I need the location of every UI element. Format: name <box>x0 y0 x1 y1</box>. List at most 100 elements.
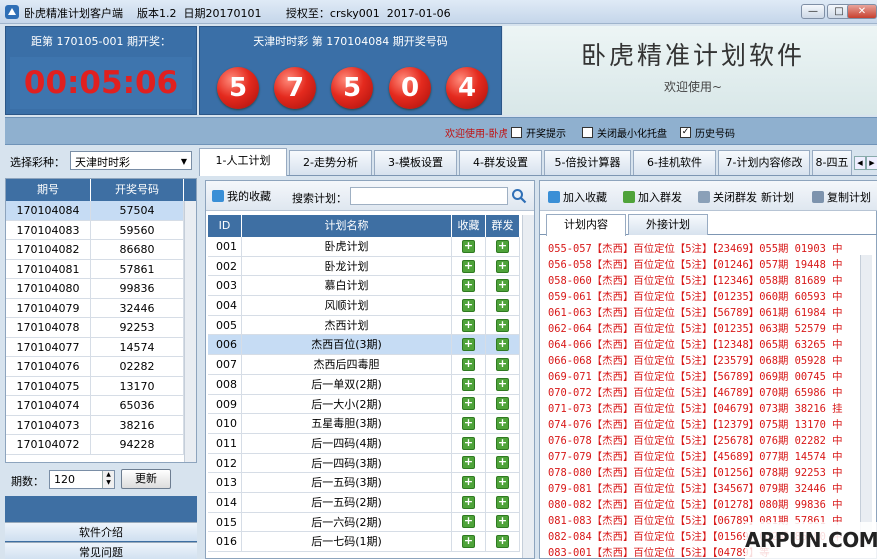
add-favorite-icon[interactable]: + <box>462 515 475 529</box>
minimize-tray-checkbox[interactable]: 关闭最小化托盘 <box>582 125 667 140</box>
add-broadcast-icon[interactable]: + <box>496 476 509 490</box>
main-tabs: 1-人工计划 2-走势分析 3-模板设置 4-群发设置 5-倍投计算器 6-挂机… <box>199 148 877 176</box>
close-button[interactable]: ✕ <box>847 4 877 19</box>
history-numbers-checkbox[interactable]: ✓ 历史号码 <box>680 125 735 140</box>
tab-external-plan[interactable]: 外接计划 <box>628 214 708 235</box>
add-broadcast-icon[interactable]: + <box>496 535 509 549</box>
copy-plan-button[interactable]: 复制计划 <box>812 189 871 205</box>
add-broadcast-icon[interactable]: + <box>496 259 509 273</box>
table-row[interactable]: 010 五星毒胆(3期) + + <box>208 414 520 434</box>
add-broadcast-icon[interactable]: + <box>496 338 509 352</box>
add-broadcast-icon[interactable]: + <box>496 298 509 312</box>
table-row[interactable]: 016 后一七码(1期) + + <box>208 532 520 552</box>
add-broadcast-icon[interactable]: + <box>496 456 509 470</box>
plan-content-scrollbar[interactable] <box>860 255 872 547</box>
table-row[interactable]: 012 后一四码(3期) + + <box>208 453 520 474</box>
table-row[interactable]: 170104080 99836 <box>6 279 184 299</box>
table-row[interactable]: 002 卧龙计划 + + <box>208 256 520 277</box>
add-broadcast-icon[interactable]: + <box>496 279 509 293</box>
add-broadcast-icon[interactable]: + <box>496 397 509 411</box>
add-favorite-icon[interactable]: + <box>462 417 475 431</box>
add-broadcast-icon[interactable]: + <box>496 436 509 450</box>
lottery-type-select[interactable]: 天津时时彩 ▼ <box>70 151 192 170</box>
add-favorite-icon[interactable]: + <box>462 397 475 411</box>
add-broadcast-icon[interactable]: + <box>496 515 509 529</box>
add-favorite-icon[interactable]: + <box>462 357 475 371</box>
tab-plan-content-edit[interactable]: 7-计划内容修改 <box>718 150 810 175</box>
tab-auto-software[interactable]: 6-挂机软件 <box>633 150 716 175</box>
tab-scroll-right-icon[interactable]: ▶ <box>866 156 877 170</box>
table-row[interactable]: 007 杰西后四毒胆 + + <box>208 355 520 375</box>
table-row[interactable]: 015 后一六码(2期) + + <box>208 512 520 533</box>
chevron-down-icon[interactable]: ▼ <box>181 157 187 166</box>
table-row[interactable]: 170104076 02282 <box>6 357 184 377</box>
table-row[interactable]: 170104083 59560 <box>6 220 184 240</box>
search-input[interactable] <box>350 187 508 205</box>
table-row[interactable]: 170104082 86680 <box>6 240 184 260</box>
tab-plan-content[interactable]: 计划内容 <box>546 214 626 236</box>
tab-broadcast-settings[interactable]: 4-群发设置 <box>459 150 542 175</box>
table-row[interactable]: 014 后一五码(2期) + + <box>208 492 520 513</box>
spin-arrows-icon[interactable]: ▲ ▼ <box>102 471 114 488</box>
add-favorite-icon[interactable]: + <box>462 259 475 273</box>
add-broadcast-icon[interactable]: + <box>496 495 509 509</box>
nav-item-faq[interactable]: 常见问题 <box>5 542 197 559</box>
table-row[interactable]: 170104072 94228 <box>6 435 184 455</box>
add-favorite-icon[interactable]: + <box>462 279 475 293</box>
table-row[interactable]: 001 卧虎计划 + + <box>208 237 520 257</box>
new-plan-button[interactable]: 新计划 <box>761 189 794 205</box>
tab-manual-plan[interactable]: 1-人工计划 <box>199 148 287 176</box>
table-row[interactable]: 170104073 38216 <box>6 415 184 435</box>
table-row[interactable]: 005 杰西计划 + + <box>208 315 520 336</box>
plan-list-scrollbar[interactable] <box>522 215 534 558</box>
add-broadcast-icon[interactable]: + <box>496 417 509 431</box>
add-broadcast-icon[interactable]: + <box>496 377 509 391</box>
add-favorite-icon[interactable]: + <box>462 436 475 450</box>
tab-trend-analysis[interactable]: 2-走势分析 <box>289 150 372 175</box>
add-favorite-icon[interactable]: + <box>462 495 475 509</box>
my-favorites-button[interactable]: 我的收藏 <box>212 188 271 204</box>
close-broadcast-button[interactable]: 关闭群发 <box>698 189 757 205</box>
table-row[interactable]: 170104081 57861 <box>6 259 184 279</box>
refresh-button[interactable]: 更新 <box>121 469 171 489</box>
draw-notify-checkbox[interactable]: 开奖提示 <box>511 125 566 140</box>
table-row[interactable]: 170104084 57504 <box>6 201 184 221</box>
add-favorite-button[interactable]: 加入收藏 <box>548 189 607 205</box>
add-favorite-icon[interactable]: + <box>462 535 475 549</box>
table-row[interactable]: 170104079 32446 <box>6 298 184 318</box>
table-row[interactable]: 011 后一四码(4期) + + <box>208 433 520 454</box>
search-icon[interactable] <box>511 188 527 204</box>
add-favorite-icon[interactable]: + <box>462 298 475 312</box>
table-row[interactable]: 170104074 65036 <box>6 396 184 416</box>
history-scrollbar[interactable] <box>184 201 196 462</box>
add-favorite-icon[interactable]: + <box>462 239 475 253</box>
minimize-button[interactable]: — <box>801 4 825 19</box>
table-row[interactable]: 004 风顺计划 + + <box>208 296 520 316</box>
nav-item-software-intro[interactable]: 软件介绍 <box>5 522 197 541</box>
add-favorite-icon[interactable]: + <box>462 456 475 470</box>
checkbox-box[interactable] <box>511 126 522 138</box>
checkbox-box-checked[interactable]: ✓ <box>680 126 691 138</box>
tab-multiplier-calculator[interactable]: 5-倍投计算器 <box>544 150 631 175</box>
tab-scroll-left-icon[interactable]: ◀ <box>854 156 866 170</box>
table-row[interactable]: 006 杰西百位(3期) + + <box>208 335 520 356</box>
table-row[interactable]: 009 后一大小(2期) + + <box>208 394 520 415</box>
add-favorite-icon[interactable]: + <box>462 377 475 391</box>
table-row[interactable]: 170104077 14574 <box>6 337 184 357</box>
add-broadcast-icon[interactable]: + <box>496 318 509 332</box>
add-broadcast-button[interactable]: 加入群发 <box>623 189 682 205</box>
period-count-stepper[interactable]: 120 ▲ ▼ <box>49 470 115 489</box>
tab-fourth-fifth[interactable]: 8-四五 <box>812 150 852 175</box>
add-favorite-icon[interactable]: + <box>462 318 475 332</box>
table-row[interactable]: 008 后一单双(2期) + + <box>208 374 520 395</box>
add-favorite-icon[interactable]: + <box>462 476 475 490</box>
tab-template-settings[interactable]: 3-模板设置 <box>374 150 457 175</box>
table-row[interactable]: 013 后一五码(3期) + + <box>208 473 520 493</box>
add-favorite-icon[interactable]: + <box>462 338 475 352</box>
table-row[interactable]: 170104075 13170 <box>6 376 184 396</box>
add-broadcast-icon[interactable]: + <box>496 239 509 253</box>
add-broadcast-icon[interactable]: + <box>496 357 509 371</box>
table-row[interactable]: 003 慕白计划 + + <box>208 276 520 297</box>
checkbox-box[interactable] <box>582 126 593 138</box>
table-row[interactable]: 170104078 92253 <box>6 318 184 338</box>
